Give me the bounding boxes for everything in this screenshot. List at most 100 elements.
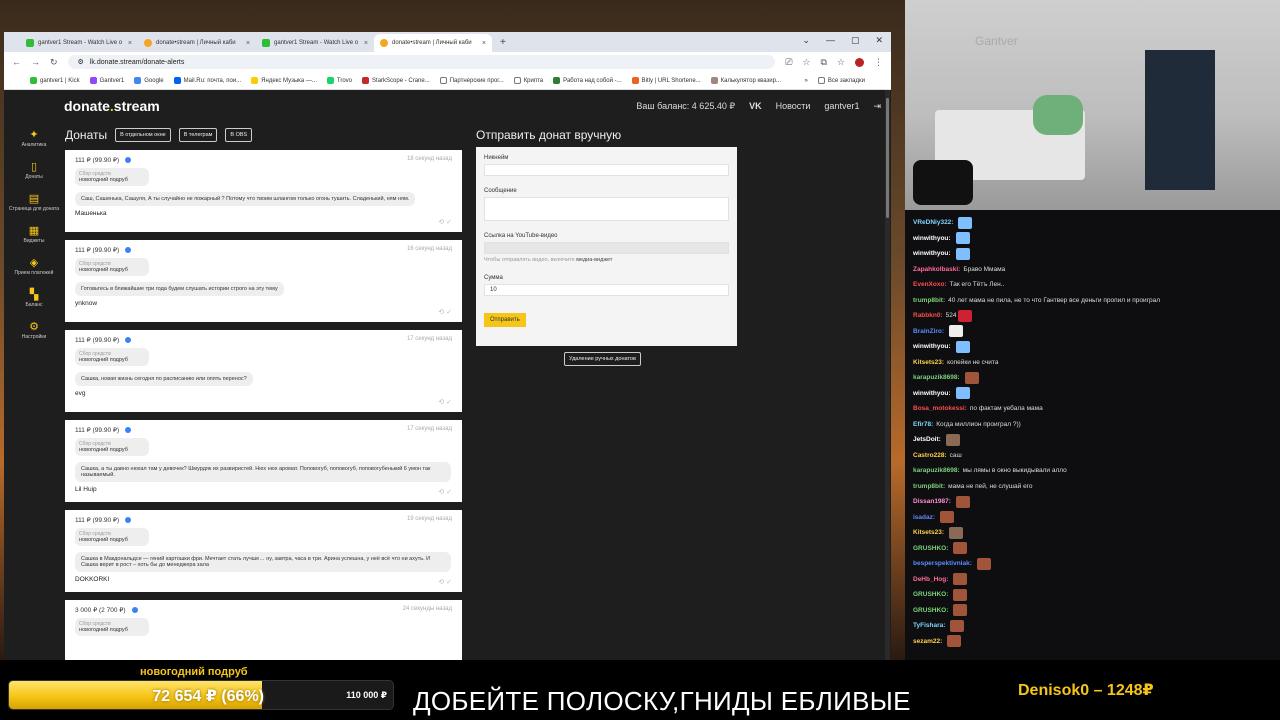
tab-kick-1[interactable]: gantver1 Stream - Watch Live o × xyxy=(20,34,138,52)
sidebar-item-widgets[interactable]: ▦ Виджеты xyxy=(4,218,64,250)
sidebar-item-analytics[interactable]: ✦ Аналитика xyxy=(4,122,64,154)
chat-username[interactable]: BrainZiro: xyxy=(913,328,944,335)
site-logo[interactable]: donate.stream xyxy=(64,98,160,114)
profile-avatar-icon[interactable] xyxy=(855,57,864,67)
chat-username[interactable]: karapuzik8698: xyxy=(913,374,960,381)
youtube-input[interactable] xyxy=(484,242,729,254)
open-window-button[interactable]: В отдельном окне xyxy=(115,128,171,142)
replay-icon[interactable]: ⟲ xyxy=(438,399,444,406)
tab-donate-1[interactable]: donate•stream | Личный каби × xyxy=(138,34,256,52)
chat-username[interactable]: GRUSHKO: xyxy=(913,607,948,614)
bookmark-item[interactable]: Gantver1 xyxy=(89,77,124,84)
hide-icon[interactable]: ✓ xyxy=(446,219,452,226)
star-icon[interactable]: ☆ xyxy=(802,57,810,68)
sidebar-item-donate-page[interactable]: ▤ Страница для доната xyxy=(4,186,64,218)
bookmark-item[interactable]: Google xyxy=(134,77,164,84)
sidebar-item-donations[interactable]: ▯ Донаты xyxy=(4,154,64,186)
replay-icon[interactable]: ⟲ xyxy=(438,489,444,496)
sum-input[interactable]: 10 xyxy=(484,284,729,296)
hide-icon[interactable]: ✓ xyxy=(446,399,452,406)
close-tab-icon[interactable]: × xyxy=(364,40,368,47)
extensions-icon[interactable]: ⧉ xyxy=(820,57,826,68)
chat-username[interactable]: GRUSHKO: xyxy=(913,545,948,552)
bookmark-folder[interactable]: Крипта xyxy=(513,77,543,84)
reload-icon[interactable]: ↻ xyxy=(50,57,58,68)
news-link[interactable]: Новости xyxy=(776,101,811,111)
chat-username[interactable]: GRUSHKO: xyxy=(913,591,948,598)
tab-kick-2[interactable]: gantver1 Stream - Watch Live o × xyxy=(256,34,374,52)
close-window-icon[interactable]: ✕ xyxy=(875,35,883,46)
replay-icon[interactable]: ⟲ xyxy=(438,219,444,226)
chat-username[interactable]: trump8bit: xyxy=(913,483,945,490)
hide-icon[interactable]: ✓ xyxy=(446,579,452,586)
chat-username[interactable]: VReDNiy322: xyxy=(913,219,953,226)
chat-username[interactable]: Castro228: xyxy=(913,452,947,459)
page-scrollbar[interactable] xyxy=(885,90,890,660)
close-tab-icon[interactable]: × xyxy=(246,40,250,47)
username[interactable]: gantver1 xyxy=(824,101,859,111)
more-bookmarks-icon[interactable]: » xyxy=(805,78,808,84)
chat-username[interactable]: DeHb_Hog: xyxy=(913,576,948,583)
media-widget-link[interactable]: медиа-виджет xyxy=(576,257,612,263)
bookmark-item[interactable]: gantver1 | Kick xyxy=(30,77,80,84)
site-info-icon[interactable]: ⚙ xyxy=(78,58,84,66)
all-bookmarks-folder[interactable]: Все закладки xyxy=(817,77,865,84)
telegram-button[interactable]: В телеграм xyxy=(178,128,218,142)
bookmark-folder[interactable]: Партнерские прог... xyxy=(439,77,504,84)
chat-username[interactable]: Bosa_motokessi: xyxy=(913,405,967,412)
sidebar-item-balance[interactable]: ▚ Баланс xyxy=(4,282,64,314)
sidebar-item-payments[interactable]: ◈ Прием платежей xyxy=(4,250,64,282)
new-tab-button[interactable]: + xyxy=(492,34,514,52)
address-input[interactable]: ⚙ lk.donate.stream/donate-alerts xyxy=(67,55,776,69)
delete-manual-donations-button[interactable]: Удаление ручных донатов xyxy=(564,352,641,366)
chat-username[interactable]: Kitsets23: xyxy=(913,529,944,536)
chat-username[interactable]: TyFishara: xyxy=(913,622,945,629)
send-button[interactable]: Отправить xyxy=(484,313,526,327)
nickname-input[interactable] xyxy=(484,164,729,176)
bookmark-item[interactable]: Mail.Ru: почта, пои... xyxy=(173,77,241,84)
obs-button[interactable]: В OBS xyxy=(225,128,253,142)
menu-dots-icon[interactable]: ⋮ xyxy=(874,57,883,68)
chat-username[interactable]: Kitsets23: xyxy=(913,359,944,366)
bookmark-item[interactable]: Bitly | URL Shortene... xyxy=(631,77,701,84)
bookmark-star-icon[interactable]: ☆ xyxy=(837,57,845,68)
chat-username[interactable]: winwithyou: xyxy=(913,250,951,257)
minimize-icon[interactable]: — xyxy=(826,35,835,46)
bookmark-item[interactable]: Работа над собой -... xyxy=(553,77,622,84)
bookmark-item[interactable]: Trovo xyxy=(326,77,352,84)
logout-icon[interactable]: ⇥ xyxy=(873,101,881,112)
chat-username[interactable]: EvenXoxo: xyxy=(913,281,947,288)
hide-icon[interactable]: ✓ xyxy=(446,489,452,496)
chat-username[interactable]: winwithyou: xyxy=(913,390,951,397)
chat-username[interactable]: Zapahkolbaski: xyxy=(913,266,960,273)
vk-icon[interactable]: VK xyxy=(749,101,762,111)
sidebar-item-settings[interactable]: ⚙ Настройки xyxy=(4,314,64,346)
replay-icon[interactable]: ⟲ xyxy=(438,309,444,316)
chat-username[interactable]: sezam22: xyxy=(913,638,942,645)
back-icon[interactable]: ← xyxy=(12,57,21,67)
bookmark-item[interactable]: StarkScope - Crane... xyxy=(362,77,430,84)
bookmark-item[interactable]: Яндекс Музыка —... xyxy=(251,77,317,84)
chat-username[interactable]: JetsDoit: xyxy=(913,436,941,443)
hide-icon[interactable]: ✓ xyxy=(446,309,452,316)
chat-username[interactable]: Efir78: xyxy=(913,421,933,428)
chat-username[interactable]: winwithyou: xyxy=(913,343,951,350)
chat-username[interactable]: trump8bit: xyxy=(913,297,945,304)
chat-username[interactable]: karapuzik8698: xyxy=(913,467,960,474)
chat-username[interactable]: Rabbkn0: xyxy=(913,312,943,319)
maximize-icon[interactable]: ▢ xyxy=(851,35,860,46)
cast-icon[interactable]: ⎚ xyxy=(785,57,792,68)
replay-icon[interactable]: ⟲ xyxy=(438,579,444,586)
chat-username[interactable]: isadaz: xyxy=(913,514,935,521)
chat-username[interactable]: besperspektivniak: xyxy=(913,560,972,567)
tab-donate-active[interactable]: donate•stream | Личный каби × xyxy=(374,34,492,52)
bookmark-item[interactable]: Калькулятор квазир... xyxy=(710,77,781,84)
scrollbar-thumb[interactable] xyxy=(886,98,889,218)
close-tab-icon[interactable]: × xyxy=(128,40,132,47)
chat-username[interactable]: Dissan1987: xyxy=(913,498,951,505)
tab-search-icon[interactable]: ⌄ xyxy=(802,35,810,46)
forward-icon[interactable]: → xyxy=(31,57,40,67)
message-textarea[interactable] xyxy=(484,197,729,221)
chat-username[interactable]: winwithyou: xyxy=(913,235,951,242)
close-tab-icon[interactable]: × xyxy=(482,40,486,47)
